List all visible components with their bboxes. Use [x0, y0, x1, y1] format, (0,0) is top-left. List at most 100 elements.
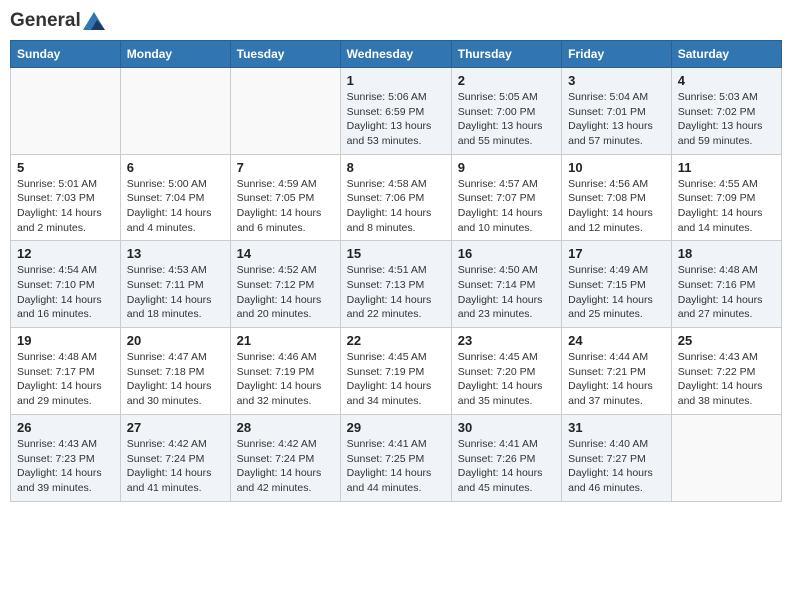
calendar-table: SundayMondayTuesdayWednesdayThursdayFrid… — [10, 40, 782, 502]
day-number: 11 — [678, 160, 775, 175]
day-number: 14 — [237, 246, 334, 261]
calendar-cell: 17 Sunrise: 4:49 AMSunset: 7:15 PMDayligh… — [562, 241, 672, 328]
calendar-cell — [671, 414, 781, 501]
calendar-cell: 2Sunrise: 5:05 AMSunset: 7:00 PMDaylight… — [451, 67, 561, 154]
day-number: 15 — [347, 246, 445, 261]
calendar-cell: 11 Sunrise: 4:55 AMSunset: 7:09 PMDayligh… — [671, 154, 781, 241]
day-number: 1 — [347, 73, 445, 88]
day-number: 30 — [458, 420, 555, 435]
day-info: Sunrise: 4:56 AMSunset: 7:08 PMDaylight:… — [568, 177, 665, 236]
calendar-cell: 6 Sunrise: 5:00 AMSunset: 7:04 PMDaylight… — [120, 154, 230, 241]
calendar-cell — [120, 67, 230, 154]
page-header: General — [10, 10, 782, 32]
day-number: 17 — [568, 246, 665, 261]
day-number: 10 — [568, 160, 665, 175]
day-number: 8 — [347, 160, 445, 175]
day-info: Sunrise: 5:01 AMSunset: 7:03 PMDaylight:… — [17, 177, 114, 236]
day-number: 22 — [347, 333, 445, 348]
day-info: Sunrise: 4:43 AMSunset: 7:23 PMDaylight:… — [17, 437, 114, 496]
day-number: 27 — [127, 420, 224, 435]
logo-text: General — [10, 10, 105, 32]
weekday-row: SundayMondayTuesdayWednesdayThursdayFrid… — [11, 40, 782, 67]
day-number: 31 — [568, 420, 665, 435]
day-number: 6 — [127, 160, 224, 175]
calendar-cell: 27 Sunrise: 4:42 AMSunset: 7:24 PMDayligh… — [120, 414, 230, 501]
day-info: Sunrise: 4:45 AMSunset: 7:20 PMDaylight:… — [458, 350, 555, 409]
day-number: 3 — [568, 73, 665, 88]
day-number: 20 — [127, 333, 224, 348]
calendar-cell: 26Sunrise: 4:43 AMSunset: 7:23 PMDayligh… — [11, 414, 121, 501]
calendar-cell: 18 Sunrise: 4:48 AMSunset: 7:16 PMDayligh… — [671, 241, 781, 328]
day-info: Sunrise: 4:46 AMSunset: 7:19 PMDaylight:… — [237, 350, 334, 409]
calendar-cell: 20 Sunrise: 4:47 AMSunset: 7:18 PMDayligh… — [120, 328, 230, 415]
logo-icon — [83, 12, 105, 30]
day-info: Sunrise: 4:52 AMSunset: 7:12 PMDaylight:… — [237, 263, 334, 322]
day-info: Sunrise: 5:06 AMSunset: 6:59 PMDaylight:… — [347, 90, 445, 149]
day-number: 7 — [237, 160, 334, 175]
calendar-cell: 22 Sunrise: 4:45 AMSunset: 7:19 PMDayligh… — [340, 328, 451, 415]
day-number: 19 — [17, 333, 114, 348]
calendar-cell: 28Sunrise: 4:42 AMSunset: 7:24 PMDayligh… — [230, 414, 340, 501]
day-info: Sunrise: 4:44 AMSunset: 7:21 PMDaylight:… — [568, 350, 665, 409]
calendar-header: SundayMondayTuesdayWednesdayThursdayFrid… — [11, 40, 782, 67]
calendar-cell: 10 Sunrise: 4:56 AMSunset: 7:08 PMDayligh… — [562, 154, 672, 241]
calendar-cell: 3 Sunrise: 5:04 AMSunset: 7:01 PMDaylight… — [562, 67, 672, 154]
day-number: 25 — [678, 333, 775, 348]
day-number: 23 — [458, 333, 555, 348]
calendar-week-row: 19 Sunrise: 4:48 AMSunset: 7:17 PMDayligh… — [11, 328, 782, 415]
day-info: Sunrise: 4:57 AMSunset: 7:07 PMDaylight:… — [458, 177, 555, 236]
day-info: Sunrise: 4:48 AMSunset: 7:16 PMDaylight:… — [678, 263, 775, 322]
calendar-cell: 16Sunrise: 4:50 AMSunset: 7:14 PMDayligh… — [451, 241, 561, 328]
weekday-header: Tuesday — [230, 40, 340, 67]
day-number: 4 — [678, 73, 775, 88]
day-number: 24 — [568, 333, 665, 348]
calendar-cell: 23 Sunrise: 4:45 AMSunset: 7:20 PMDayligh… — [451, 328, 561, 415]
calendar-cell: 19 Sunrise: 4:48 AMSunset: 7:17 PMDayligh… — [11, 328, 121, 415]
calendar-week-row: 1 Sunrise: 5:06 AMSunset: 6:59 PMDaylight… — [11, 67, 782, 154]
day-info: Sunrise: 4:53 AMSunset: 7:11 PMDaylight:… — [127, 263, 224, 322]
calendar-cell: 24 Sunrise: 4:44 AMSunset: 7:21 PMDayligh… — [562, 328, 672, 415]
calendar-cell: 12 Sunrise: 4:54 AMSunset: 7:10 PMDayligh… — [11, 241, 121, 328]
calendar-cell: 13Sunrise: 4:53 AMSunset: 7:11 PMDayligh… — [120, 241, 230, 328]
weekday-header: Wednesday — [340, 40, 451, 67]
day-info: Sunrise: 4:51 AMSunset: 7:13 PMDaylight:… — [347, 263, 445, 322]
day-number: 12 — [17, 246, 114, 261]
day-info: Sunrise: 4:59 AMSunset: 7:05 PMDaylight:… — [237, 177, 334, 236]
day-number: 5 — [17, 160, 114, 175]
calendar-cell: 9Sunrise: 4:57 AMSunset: 7:07 PMDaylight… — [451, 154, 561, 241]
day-info: Sunrise: 5:03 AMSunset: 7:02 PMDaylight:… — [678, 90, 775, 149]
calendar-week-row: 12 Sunrise: 4:54 AMSunset: 7:10 PMDayligh… — [11, 241, 782, 328]
logo: General — [10, 10, 105, 32]
calendar-cell: 15 Sunrise: 4:51 AMSunset: 7:13 PMDayligh… — [340, 241, 451, 328]
day-info: Sunrise: 4:42 AMSunset: 7:24 PMDaylight:… — [127, 437, 224, 496]
calendar-cell: 8 Sunrise: 4:58 AMSunset: 7:06 PMDaylight… — [340, 154, 451, 241]
calendar-cell: 14 Sunrise: 4:52 AMSunset: 7:12 PMDayligh… — [230, 241, 340, 328]
calendar-cell: 1 Sunrise: 5:06 AMSunset: 6:59 PMDaylight… — [340, 67, 451, 154]
day-info: Sunrise: 5:04 AMSunset: 7:01 PMDaylight:… — [568, 90, 665, 149]
day-number: 18 — [678, 246, 775, 261]
day-info: Sunrise: 4:45 AMSunset: 7:19 PMDaylight:… — [347, 350, 445, 409]
day-info: Sunrise: 5:00 AMSunset: 7:04 PMDaylight:… — [127, 177, 224, 236]
weekday-header: Sunday — [11, 40, 121, 67]
weekday-header: Monday — [120, 40, 230, 67]
calendar-cell: 31Sunrise: 4:40 AMSunset: 7:27 PMDayligh… — [562, 414, 672, 501]
day-info: Sunrise: 4:42 AMSunset: 7:24 PMDaylight:… — [237, 437, 334, 496]
day-info: Sunrise: 4:43 AMSunset: 7:22 PMDaylight:… — [678, 350, 775, 409]
day-info: Sunrise: 4:55 AMSunset: 7:09 PMDaylight:… — [678, 177, 775, 236]
day-number: 29 — [347, 420, 445, 435]
day-info: Sunrise: 4:54 AMSunset: 7:10 PMDaylight:… — [17, 263, 114, 322]
day-info: Sunrise: 4:41 AMSunset: 7:26 PMDaylight:… — [458, 437, 555, 496]
calendar-cell: 29Sunrise: 4:41 AMSunset: 7:25 PMDayligh… — [340, 414, 451, 501]
day-info: Sunrise: 5:05 AMSunset: 7:00 PMDaylight:… — [458, 90, 555, 149]
calendar-cell: 7 Sunrise: 4:59 AMSunset: 7:05 PMDaylight… — [230, 154, 340, 241]
day-info: Sunrise: 4:49 AMSunset: 7:15 PMDaylight:… — [568, 263, 665, 322]
calendar-week-row: 5 Sunrise: 5:01 AMSunset: 7:03 PMDaylight… — [11, 154, 782, 241]
weekday-header: Friday — [562, 40, 672, 67]
day-info: Sunrise: 4:48 AMSunset: 7:17 PMDaylight:… — [17, 350, 114, 409]
day-info: Sunrise: 4:58 AMSunset: 7:06 PMDaylight:… — [347, 177, 445, 236]
calendar-cell: 4 Sunrise: 5:03 AMSunset: 7:02 PMDaylight… — [671, 67, 781, 154]
calendar-body: 1 Sunrise: 5:06 AMSunset: 6:59 PMDaylight… — [11, 67, 782, 501]
day-number: 16 — [458, 246, 555, 261]
day-info: Sunrise: 4:47 AMSunset: 7:18 PMDaylight:… — [127, 350, 224, 409]
calendar-cell — [11, 67, 121, 154]
